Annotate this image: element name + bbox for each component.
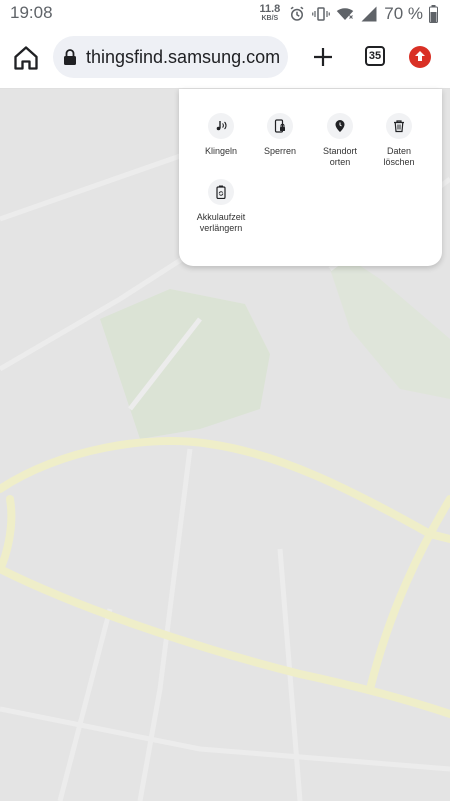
lock-phone-icon: [274, 119, 285, 133]
action-locate[interactable]: Standort orten: [308, 113, 372, 168]
action-lock[interactable]: Sperren: [248, 113, 312, 157]
network-speed-unit: KB/S: [261, 15, 279, 22]
action-ring-label: Klingeln: [204, 146, 238, 156]
new-tab-icon[interactable]: [311, 45, 335, 69]
home-icon[interactable]: [12, 44, 40, 72]
update-icon[interactable]: [409, 46, 431, 68]
cell-signal-icon: [361, 6, 377, 22]
action-extend-battery-label: Akkulaufzeit verlängern: [196, 212, 246, 233]
url-text: thingsfind.samsung.com: [86, 47, 281, 67]
network-speed-value: 11.8: [259, 3, 281, 15]
battery-icon: [429, 5, 438, 23]
vibrate-icon: [312, 7, 331, 21]
action-lock-label: Sperren: [263, 146, 297, 156]
action-locate-label: Standort orten: [322, 146, 358, 167]
battery-percent: 70 %: [384, 4, 423, 23]
alarm-icon: [290, 6, 304, 21]
network-speed: 11.8 KB/S: [259, 3, 281, 23]
lock-icon: [64, 49, 76, 65]
status-time: 19:08: [10, 3, 53, 22]
action-erase-data[interactable]: Daten löschen: [367, 113, 431, 168]
trash-icon: [394, 120, 404, 133]
action-extend-battery[interactable]: Akkulaufzeit verlängern: [189, 179, 253, 234]
browser-toolbar: thingsfind.samsung.com 35: [0, 28, 450, 89]
action-ring[interactable]: Klingeln: [189, 113, 253, 157]
wifi-icon: [337, 8, 354, 20]
status-bar: 19:08 11.8 KB/S 70 %: [0, 0, 450, 28]
battery-extend-icon: [216, 185, 226, 199]
tab-switcher-button[interactable]: 35: [365, 46, 385, 66]
action-erase-data-label: Daten löschen: [383, 146, 415, 167]
ring-icon: [216, 121, 227, 131]
address-bar[interactable]: thingsfind.samsung.com: [53, 36, 288, 78]
device-actions-panel: Klingeln Sperren Standort orten Daten lö…: [179, 89, 442, 266]
location-icon: [335, 120, 345, 132]
